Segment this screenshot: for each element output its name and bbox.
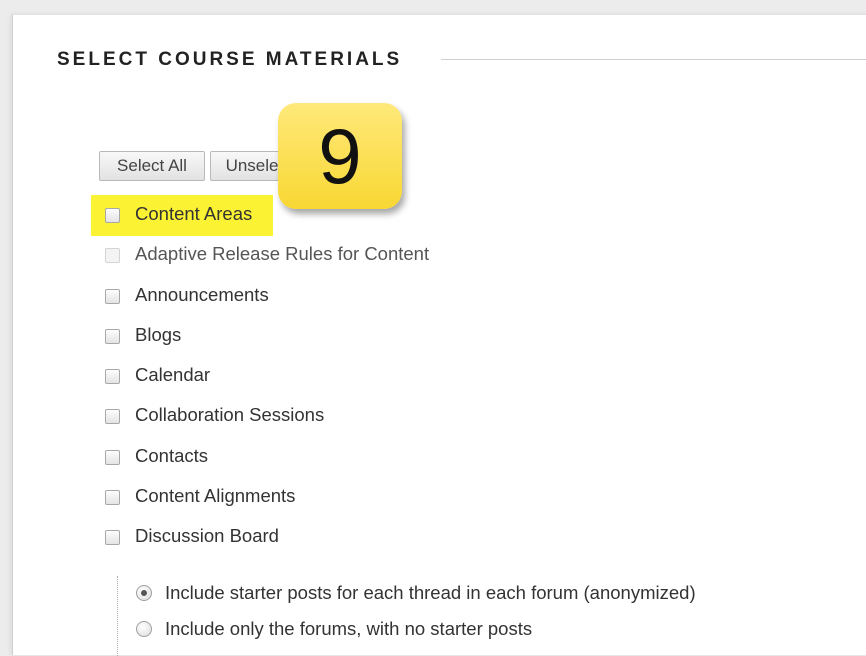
radio-label: Include starter posts for each thread in… (165, 582, 696, 603)
material-label: Announcements (135, 283, 269, 305)
course-materials-panel: SELECT COURSE MATERIALS Select All Unsel… (12, 14, 866, 656)
material-label: Content Areas (135, 203, 253, 224)
section-title: SELECT COURSE MATERIALS (57, 49, 403, 70)
list-item-collaboration-sessions[interactable]: Collaboration Sessions (105, 402, 429, 442)
list-item-discussion-board[interactable]: Discussion Board (105, 523, 429, 563)
radio-option-starter-posts[interactable]: Include starter posts for each thread in… (136, 580, 696, 606)
list-item-contacts[interactable]: Contacts (105, 443, 429, 483)
list-item-blogs[interactable]: Blogs (105, 322, 429, 362)
list-item-announcements[interactable]: Announcements (105, 282, 429, 322)
discussion-board-checkbox[interactable] (105, 530, 120, 546)
content-areas-checkbox[interactable] (105, 208, 120, 223)
material-label: Discussion Board (135, 525, 279, 547)
announcements-checkbox[interactable] (105, 288, 120, 304)
adaptive-release-rules-checkbox (105, 248, 120, 264)
material-label: Contacts (135, 444, 209, 466)
material-label: Adaptive Release Rules for Content (135, 243, 430, 265)
select-all-button[interactable]: Select All (99, 151, 205, 181)
content-alignments-checkbox[interactable] (105, 490, 120, 506)
radio-option-forums-only[interactable]: Include only the forums, with no starter… (136, 616, 532, 642)
material-label: Blogs (135, 323, 182, 345)
radio-label: Include only the forums, with no starter… (165, 618, 533, 639)
material-label: Collaboration Sessions (135, 404, 325, 426)
discussion-board-options: Include starter posts for each thread in… (117, 576, 818, 656)
collaboration-sessions-checkbox[interactable] (105, 409, 120, 425)
material-label: Calendar (135, 364, 211, 386)
list-item-content-alignments[interactable]: Content Alignments (105, 483, 429, 523)
title-divider (441, 59, 866, 60)
forums-only-radio[interactable] (136, 621, 152, 637)
list-item-calendar[interactable]: Calendar (105, 362, 429, 402)
starter-posts-radio[interactable] (136, 585, 152, 601)
list-item-adaptive-release-rules: Adaptive Release Rules for Content (105, 241, 429, 281)
step-number-callout: 9 (278, 103, 402, 209)
contacts-checkbox[interactable] (105, 449, 120, 465)
materials-list: Content Areas Adaptive Release Rules for… (105, 201, 429, 564)
material-label: Content Alignments (135, 485, 296, 507)
blogs-checkbox[interactable] (105, 328, 120, 344)
calendar-checkbox[interactable] (105, 369, 120, 385)
